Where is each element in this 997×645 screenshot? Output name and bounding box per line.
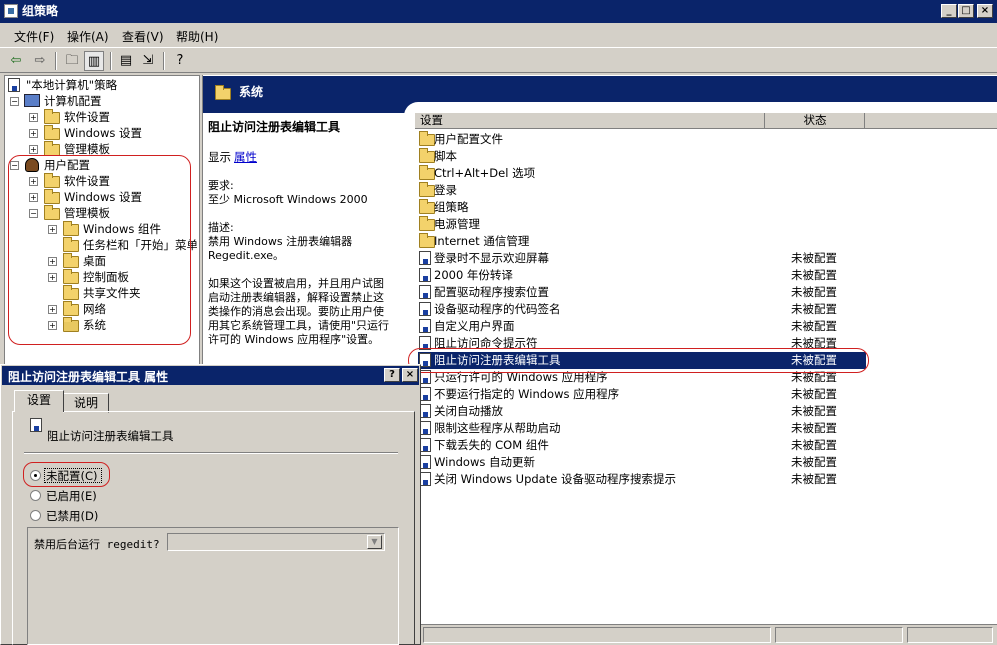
highlight-oval [23,462,110,487]
policy-icon [419,302,431,316]
table-row[interactable]: 关闭 Windows Update 设备驱动程序搜索提示 未被配置 [418,471,866,488]
chevron-down-icon[interactable]: ▼ [367,535,382,549]
body-line: 许可的 Windows 应用程序"设置。 [208,333,380,346]
table-row[interactable]: 登录时不显示欢迎屏幕 未被配置 [418,250,866,267]
folder-icon [44,125,60,140]
radio-enabled[interactable] [30,490,41,501]
list-item[interactable]: 脚本 [418,148,866,165]
folder-icon [419,182,435,197]
menu-help[interactable]: 帮助(H) [176,28,218,45]
table-row[interactable]: 配置驱动程序搜索位置 未被配置 [418,284,866,301]
folder-icon [419,148,435,163]
back-icon[interactable]: ⇦ [6,51,26,71]
toolbar-separator [110,52,112,70]
table-row[interactable]: 下载丢失的 COM 组件 未被配置 [418,437,866,454]
list-item[interactable]: Ctrl+Alt+Del 选项 [418,165,866,182]
status-panel [423,627,771,643]
policy-icon [8,78,20,92]
help-icon[interactable]: ? [170,51,190,71]
show-hide-tree-icon[interactable]: ▥ [84,51,104,71]
up-folder-icon[interactable]: 🗀 [62,51,82,71]
folder-icon [419,131,435,146]
dialog-title-bar: 阻止访问注册表编辑工具 属性 ? × [2,366,419,385]
properties-link[interactable]: 属性 [234,149,257,165]
radio-disabled[interactable] [30,510,41,521]
folder-icon [419,199,435,214]
table-row[interactable]: 不要运行指定的 Windows 应用程序 未被配置 [418,386,866,403]
expand-icon[interactable]: + [29,129,38,138]
window-title: 组策略 [22,4,59,18]
computer-icon [24,94,40,107]
list-item[interactable]: 登录 [418,182,866,199]
table-row[interactable]: 自定义用户界面 未被配置 [418,318,866,335]
list-item[interactable]: Internet 通信管理 [418,233,866,250]
folder-icon [215,85,231,100]
expand-icon[interactable]: + [29,145,38,154]
folder-icon [44,109,60,124]
col-status[interactable]: 状态 [766,113,865,129]
dialog-policy-name: 阻止访问注册表编辑工具 [47,429,174,443]
menu-file[interactable]: 文件(F) [14,28,54,45]
list-header: 设置 状态 [415,113,997,129]
collapse-icon[interactable]: − [10,97,19,106]
status-bar [421,624,997,645]
policy-icon [419,268,431,282]
folder-icon [419,233,435,248]
tab-settings[interactable]: 设置 [14,390,64,412]
expand-icon[interactable]: + [29,113,38,122]
table-row[interactable]: 2000 年份转译 未被配置 [418,267,866,284]
menu-bar: 文件(F) 操作(A) 查看(V) 帮助(H) [0,24,997,46]
folder-icon [419,165,435,180]
properties-icon[interactable]: ▤ [116,51,136,71]
list-item[interactable]: 组策略 [418,199,866,216]
group-policy-icon [4,4,18,18]
policy-icon [419,319,431,333]
requirements-value: 至少 Microsoft Windows 2000 [208,193,368,206]
highlight-oval [408,348,869,373]
status-panel [907,627,993,643]
toolbar-separator [55,52,57,70]
toolbar: ⇦ ⇨ 🗀 ▥ ▤ ⇲ ? [0,47,997,73]
table-row[interactable]: 关闭自动播放 未被配置 [418,403,866,420]
description-title: 阻止访问注册表编辑工具 [208,120,341,134]
table-row[interactable]: 限制这些程序从帮助启动 未被配置 [418,420,866,437]
label-disabled[interactable]: 已禁用(D) [46,508,98,524]
policy-icon [419,285,431,299]
dialog-close-button[interactable]: × [402,368,418,382]
table-row[interactable]: 设备驱动程序的代码签名 未被配置 [418,301,866,318]
policy-icon [419,251,431,265]
forward-icon[interactable]: ⇨ [30,51,50,71]
section-title: 系统 [239,85,264,99]
maximize-button[interactable]: □ [958,4,974,18]
option-label: 禁用后台运行 regedit? [34,538,160,551]
tab-explain[interactable]: 说明 [63,393,109,413]
policy-icon [30,418,42,432]
menu-view[interactable]: 查看(V) [122,28,164,45]
title-bar: 组策略 _ □ × [0,0,997,23]
option-dropdown[interactable]: ▼ [167,533,385,551]
divider [24,452,398,454]
dialog-title: 阻止访问注册表编辑工具 属性 [8,370,169,384]
list-item[interactable]: 电源管理 [418,216,866,233]
dialog-help-button[interactable]: ? [384,368,400,382]
col-setting[interactable]: 设置 [415,113,765,129]
close-button[interactable]: × [977,4,993,18]
minimize-button[interactable]: _ [941,4,957,18]
label-enabled[interactable]: 已启用(E) [46,488,97,504]
folder-icon [419,216,435,231]
list-item[interactable]: 用户配置文件 [418,131,866,148]
toolbar-separator [163,52,165,70]
menu-action[interactable]: 操作(A) [67,28,109,45]
show-label: 显示 [208,150,231,164]
table-row[interactable]: Windows 自动更新 未被配置 [418,454,866,471]
status-panel [775,627,903,643]
export-list-icon[interactable]: ⇲ [138,51,158,71]
highlight-oval [8,155,191,345]
desc-line: Regedit.exe。 [208,249,285,262]
